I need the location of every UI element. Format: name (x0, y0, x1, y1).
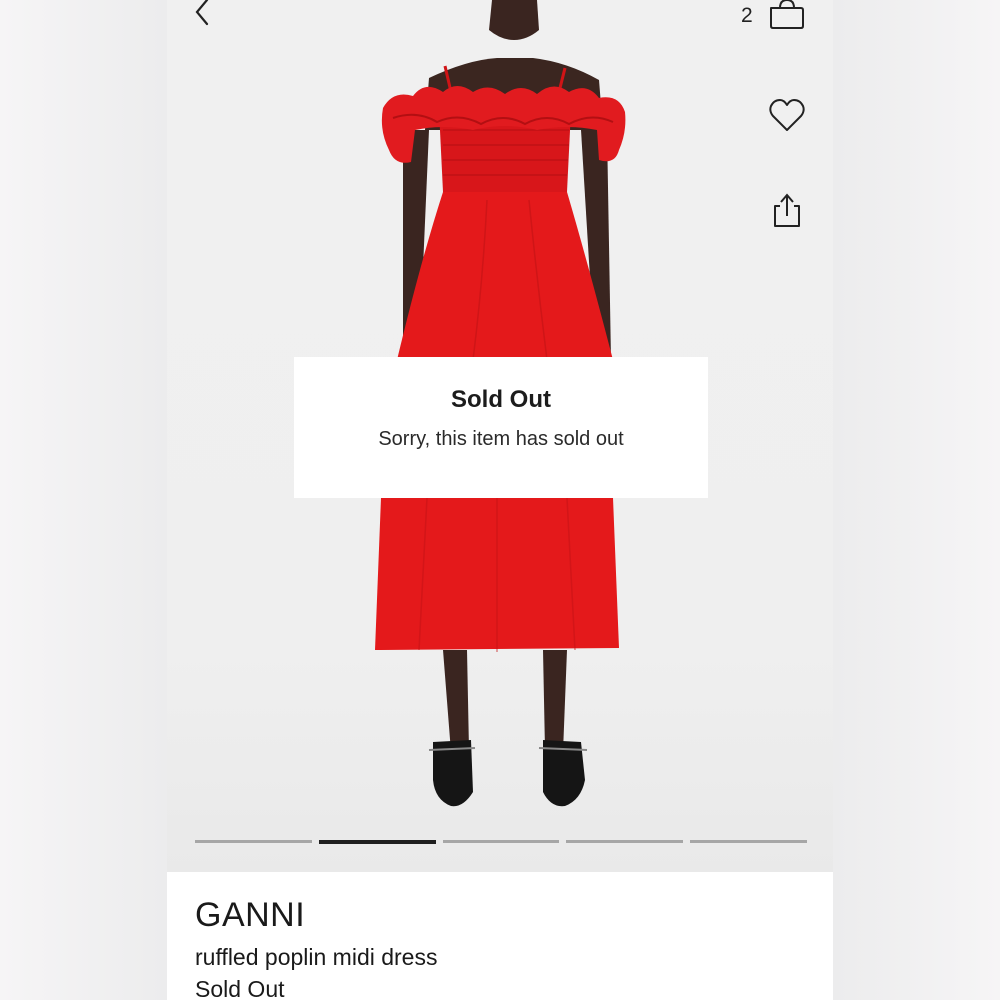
pager-segment-3[interactable] (442, 840, 560, 843)
cart-button[interactable] (767, 0, 807, 32)
wishlist-button[interactable] (767, 96, 807, 136)
shopping-bag-icon (770, 0, 804, 29)
product-name: ruffled poplin midi dress (195, 944, 438, 970)
sold-out-dialog: Sold Out Sorry, this item has sold out (294, 357, 708, 498)
back-button[interactable] (189, 0, 219, 30)
background-left (0, 0, 167, 1000)
pager-segment-4[interactable] (566, 840, 684, 843)
product-info: GANNI ruffled poplin midi dress Sold Out (167, 872, 833, 1000)
pager-segment-1[interactable] (195, 840, 312, 843)
dialog-title: Sold Out (451, 386, 551, 413)
stock-status: Sold Out (195, 976, 285, 1000)
background-right (833, 0, 1000, 1000)
cart-count-badge: 2 (741, 4, 753, 27)
pager-segment-5[interactable] (690, 840, 807, 843)
pager-segment-2[interactable] (318, 840, 436, 844)
image-pager (195, 840, 807, 846)
dialog-message: Sorry, this item has sold out (378, 428, 624, 450)
brand-name[interactable]: GANNI (195, 896, 305, 935)
product-page: 2 Sold Out Sorry, this item has sold out… (167, 0, 833, 1000)
share-icon (774, 193, 800, 227)
share-button[interactable] (767, 190, 807, 232)
chevron-left-icon (195, 0, 209, 26)
heart-icon (769, 99, 805, 131)
